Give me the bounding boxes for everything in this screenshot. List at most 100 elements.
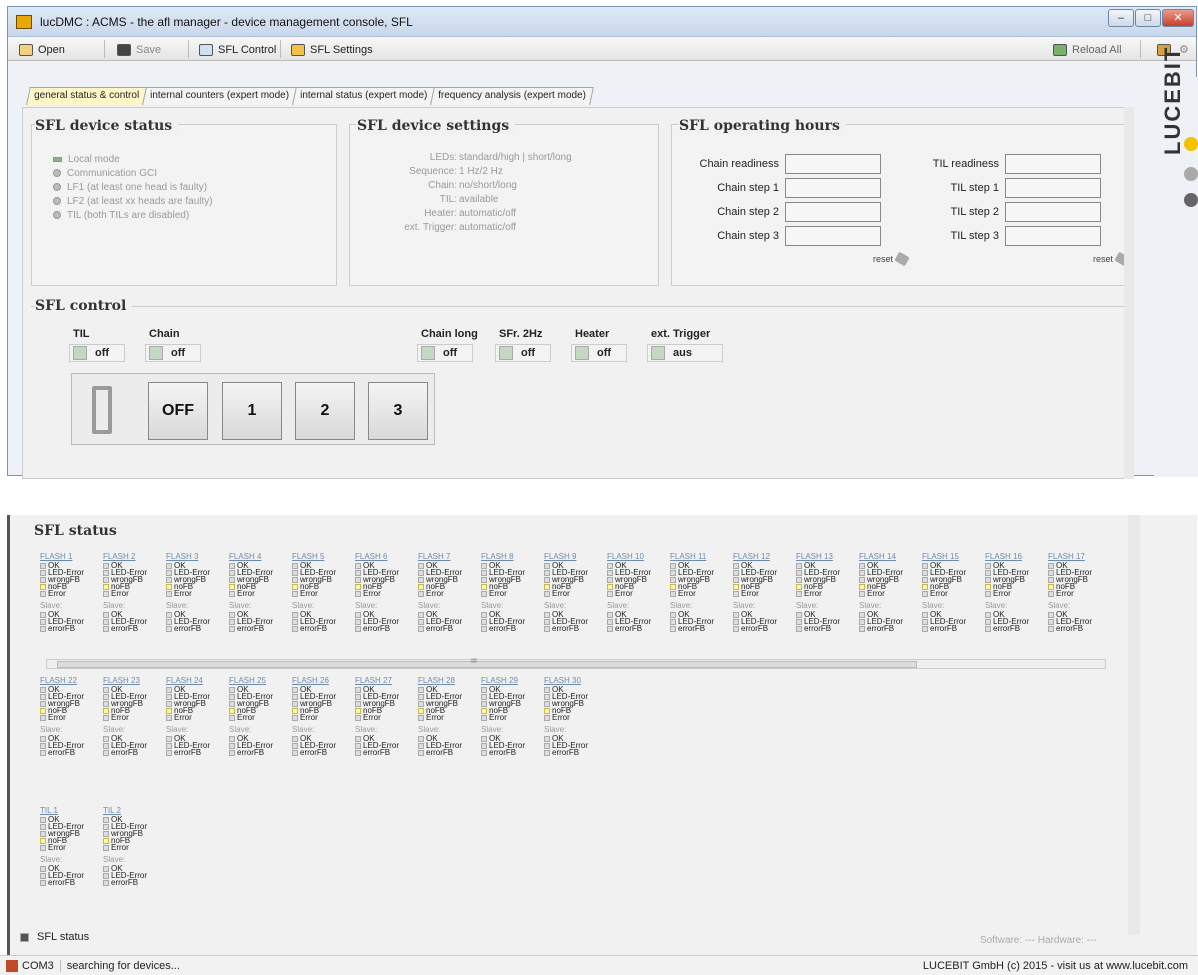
flash-cell: FLASH 11 OK LED-Error wrongFB noFB Error Slave… <box>670 551 733 633</box>
off-button[interactable]: OFF <box>148 382 208 440</box>
flash-cell: FLASH 15 OK LED-Error wrongFB noFB Error Slave… <box>922 551 985 633</box>
maximize-button[interactable]: □ <box>1135 9 1161 27</box>
chain-label: Chain <box>149 328 180 340</box>
hours-chain-step2-field[interactable] <box>785 202 881 222</box>
slave-status-item: errorFB <box>166 749 229 757</box>
flash-status-item: Error <box>292 590 355 598</box>
slave-label: Slave: <box>670 601 693 610</box>
control-title: SFL control <box>35 298 133 314</box>
hours-til-step2-field[interactable] <box>1005 202 1101 222</box>
flash-status-item: Error <box>481 714 544 722</box>
flash-status-item: Error <box>1048 590 1111 598</box>
brand-dot <box>1184 167 1198 181</box>
hours-chain-step3: Chain step 3 <box>679 226 881 246</box>
slave-label: Slave: <box>544 725 567 734</box>
sfl-control-label: SFL Control <box>218 43 277 56</box>
chain-long-label: Chain long <box>421 328 478 340</box>
tab-internal-status[interactable]: internal status (expert mode) <box>292 87 436 105</box>
close-button[interactable]: ✕ <box>1162 9 1194 27</box>
tab-general-status[interactable]: general status & control <box>26 87 147 105</box>
sfl-settings-button[interactable]: SFL Settings <box>286 40 378 59</box>
sfl-status-tab[interactable]: SFL status <box>20 931 89 943</box>
flash-status-item: Error <box>166 590 229 598</box>
status-vertical-scrollbar[interactable] <box>1128 515 1140 935</box>
slave-label: Slave: <box>103 601 126 610</box>
slave-label: Slave: <box>985 601 1008 610</box>
horizontal-scrollbar[interactable]: III <box>46 658 1106 669</box>
flash-status-item: Error <box>355 714 418 722</box>
slave-label: Slave: <box>166 601 189 610</box>
main-window: lucDMC : ACMS - the afl manager - device… <box>7 6 1198 479</box>
slave-status-item: errorFB <box>796 625 859 633</box>
flash-status-item: Error <box>166 714 229 722</box>
slave-label: Slave: <box>607 601 630 610</box>
slave-status-item: errorFB <box>481 625 544 633</box>
reset-chain-button[interactable]: reset <box>873 251 910 267</box>
general-status-page: SFL device status Local mode Communicati… <box>22 107 1132 479</box>
status-message: searching for devices... <box>66 959 180 972</box>
sfl-settings-label: SFL Settings <box>310 43 373 56</box>
til-label: TIL <box>73 328 90 340</box>
slave-status-item: errorFB <box>292 625 355 633</box>
flash-cell: FLASH 4 OK LED-Error wrongFB noFB Error Slave:… <box>229 551 292 633</box>
slave-status-item: errorFB <box>40 749 103 757</box>
til-toggle[interactable]: off <box>69 344 125 362</box>
step-3-button[interactable]: 3 <box>368 382 428 440</box>
flash-cell: FLASH 7 OK LED-Error wrongFB noFB Error Slave:… <box>418 551 481 633</box>
sfl-control-button[interactable]: SFL Control <box>194 40 281 59</box>
brand-dot <box>1184 193 1198 207</box>
reset-til-button[interactable]: reset <box>1093 251 1130 267</box>
chain-long-toggle[interactable]: off <box>417 344 473 362</box>
hours-til-readiness-field[interactable] <box>1005 154 1101 174</box>
hours-chain-step1-field[interactable] <box>785 178 881 198</box>
open-button[interactable]: Open <box>14 40 70 59</box>
chain-toggle[interactable]: off <box>145 344 201 362</box>
hours-til-step3-field[interactable] <box>1005 226 1101 246</box>
slave-label: Slave: <box>733 601 756 610</box>
hours-chain-readiness-field[interactable] <box>785 154 881 174</box>
tab-frequency-analysis[interactable]: frequency analysis (expert mode) <box>430 87 595 105</box>
save-button[interactable]: Save <box>112 40 166 59</box>
save-label: Save <box>136 43 162 56</box>
slave-status-item: errorFB <box>103 749 166 757</box>
flash-status-item: Error <box>796 590 859 598</box>
flash-cell: TIL 2 OK LED-Error wrongFB noFB Error Slave: OK… <box>103 805 166 887</box>
slave-label: Slave: <box>481 601 504 610</box>
led-icon <box>53 211 61 219</box>
slave-label: Slave: <box>229 601 252 610</box>
hours-chain-step1: Chain step 1 <box>679 178 881 198</box>
flash-cell: FLASH 8 OK LED-Error wrongFB noFB Error Slave:… <box>481 551 544 633</box>
reload-all-button[interactable]: Reload All <box>1048 40 1127 59</box>
heater-label: Heater <box>575 328 610 340</box>
flash-status-item: Error <box>40 714 103 722</box>
ext-trigger-toggle[interactable]: aus <box>647 344 723 362</box>
hours-chain-step3-field[interactable] <box>785 226 881 246</box>
hours-chain-step2: Chain step 2 <box>679 202 881 222</box>
setting-chain: Chain: no/short/long <box>428 180 517 191</box>
sfr-2hz-toggle[interactable]: off <box>495 344 551 362</box>
heater-toggle[interactable]: off <box>571 344 627 362</box>
flash-cell: TIL 1 OK LED-Error wrongFB noFB Error Slave: OK… <box>40 805 103 887</box>
slave-label: Slave: <box>418 601 441 610</box>
vertical-scrollbar[interactable] <box>1124 107 1134 479</box>
flash-cell: FLASH 16 OK LED-Error wrongFB noFB Error Slave… <box>985 551 1048 633</box>
step-2-button[interactable]: 2 <box>295 382 355 440</box>
folder-icon <box>19 43 33 56</box>
step-1-button[interactable]: 1 <box>222 382 282 440</box>
hours-til-step1: TIL step 1 <box>903 178 1101 198</box>
flash-status-item: Error <box>229 714 292 722</box>
sfl-status-title: SFL status <box>34 523 117 539</box>
brand-dot <box>1184 137 1198 151</box>
tab-internal-counters[interactable]: internal counters (expert mode) <box>142 87 297 105</box>
status-bar: COM3 searching for devices... LUCEBIT Gm… <box>0 955 1198 975</box>
flash-cell: FLASH 9 OK LED-Error wrongFB noFB Error Slave:… <box>544 551 607 633</box>
flash-status-item: Error <box>544 590 607 598</box>
led-icon <box>53 156 62 162</box>
copyright: LUCEBIT GmbH (c) 2015 - visit us at www.… <box>922 959 1188 972</box>
led-icon <box>53 197 61 205</box>
setting-til: TIL: available <box>439 194 499 205</box>
slave-status-item: errorFB <box>229 625 292 633</box>
hours-til-step1-field[interactable] <box>1005 178 1101 198</box>
minimize-button[interactable]: – <box>1108 9 1134 27</box>
slave-label: Slave: <box>796 601 819 610</box>
